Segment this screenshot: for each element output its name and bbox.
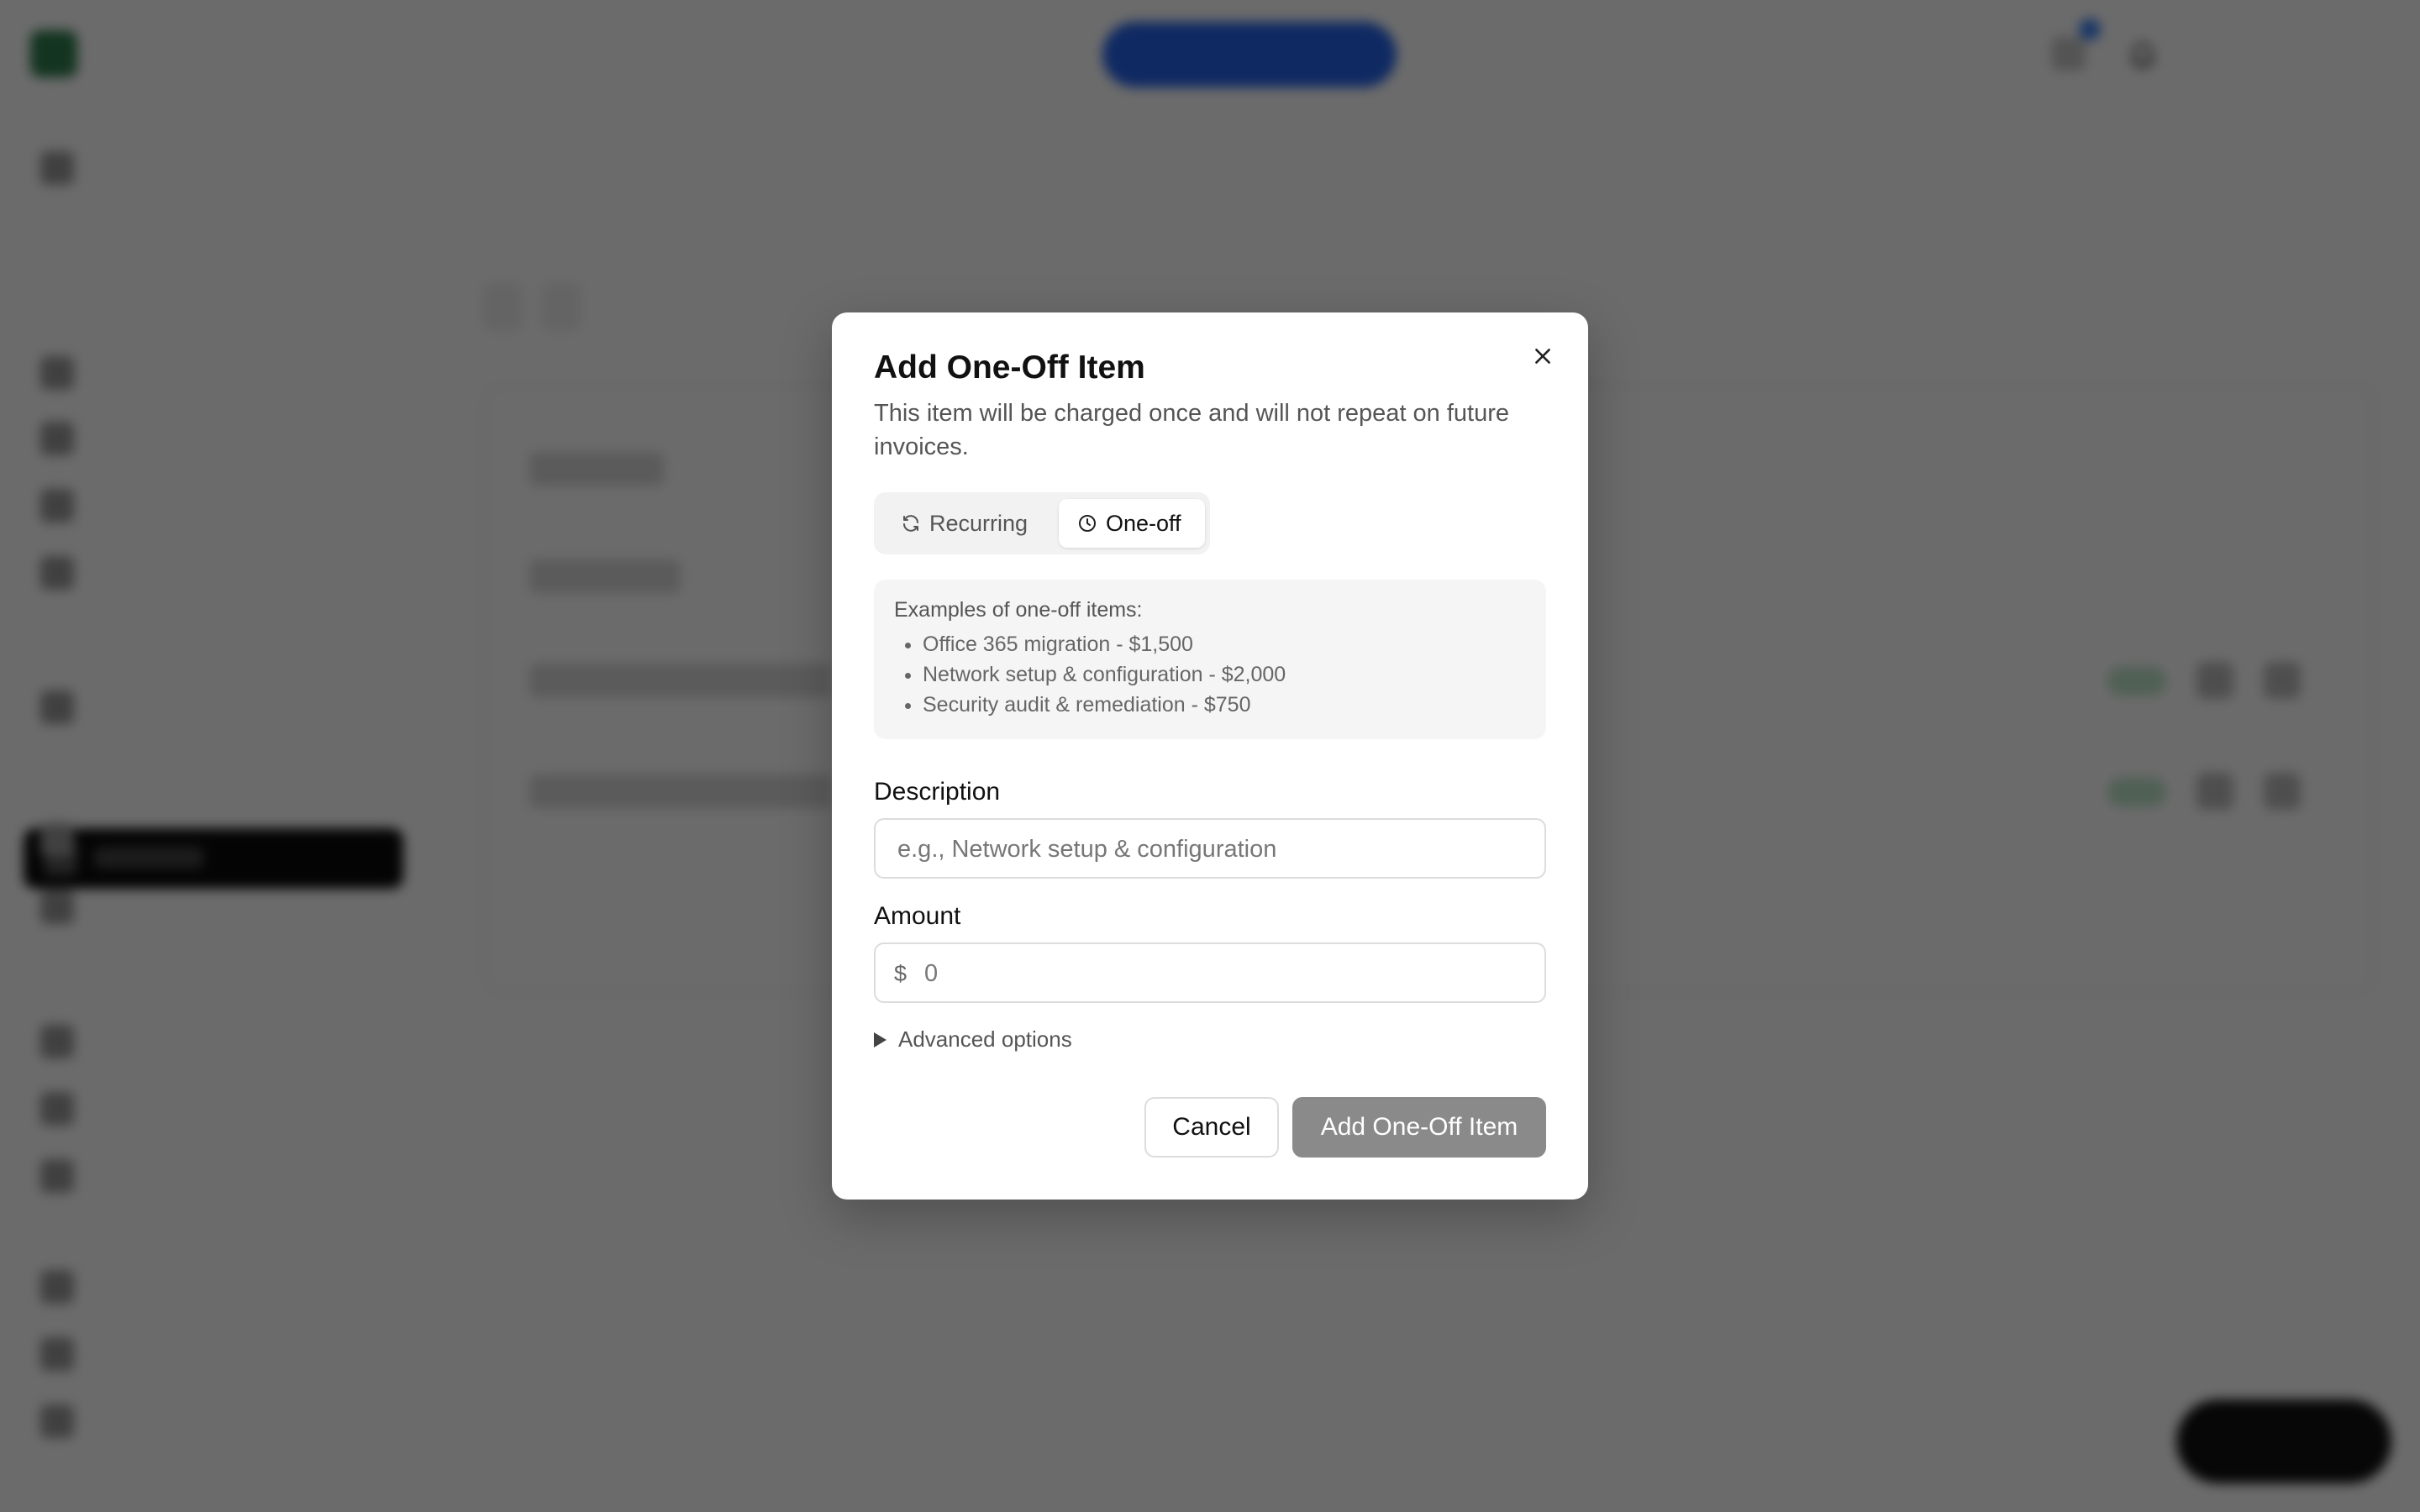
examples-title: Examples of one-off items: xyxy=(894,598,1143,622)
currency-symbol: $ xyxy=(894,961,908,986)
cancel-button[interactable]: Cancel xyxy=(1144,1097,1279,1158)
description-input[interactable] xyxy=(896,820,1538,879)
description-label: Description xyxy=(874,778,1001,806)
tab-one-off-label: One-off xyxy=(1106,510,1181,536)
close-button[interactable] xyxy=(1526,339,1560,373)
list-item: Security audit & remediation - $750 xyxy=(923,690,1526,720)
item-type-toggle: Recurring One-off xyxy=(874,492,1210,554)
add-one-off-item-dialog: Add One-Off Item This item will be charg… xyxy=(832,312,1588,1200)
list-item: Office 365 migration - $1,500 xyxy=(923,629,1526,659)
examples-box: Examples of one-off items: Office 365 mi… xyxy=(874,580,1546,739)
list-item: Network setup & configuration - $2,000 xyxy=(923,659,1526,690)
tab-one-off[interactable]: One-off xyxy=(1059,499,1205,548)
description-field[interactable] xyxy=(874,818,1546,879)
advanced-options-toggle[interactable]: Advanced options xyxy=(874,1026,1072,1053)
amount-label: Amount xyxy=(874,902,961,930)
add-one-off-item-button[interactable]: Add One-Off Item xyxy=(1292,1097,1546,1158)
examples-list: Office 365 migration - $1,500 Network se… xyxy=(894,629,1526,720)
clock-icon xyxy=(1079,515,1096,532)
amount-input[interactable] xyxy=(923,944,1531,1003)
dialog-description: This item will be charged once and will … xyxy=(874,400,1510,460)
triangle-right-icon xyxy=(874,1032,886,1047)
amount-field[interactable]: $ xyxy=(874,942,1546,1003)
advanced-options-label: Advanced options xyxy=(898,1026,1072,1052)
dialog-title: Add One-Off Item xyxy=(874,349,1145,386)
tab-recurring[interactable]: Recurring xyxy=(884,499,1035,548)
refresh-icon xyxy=(903,515,918,532)
close-icon xyxy=(1535,349,1550,364)
tab-recurring-label: Recurring xyxy=(929,510,1028,536)
